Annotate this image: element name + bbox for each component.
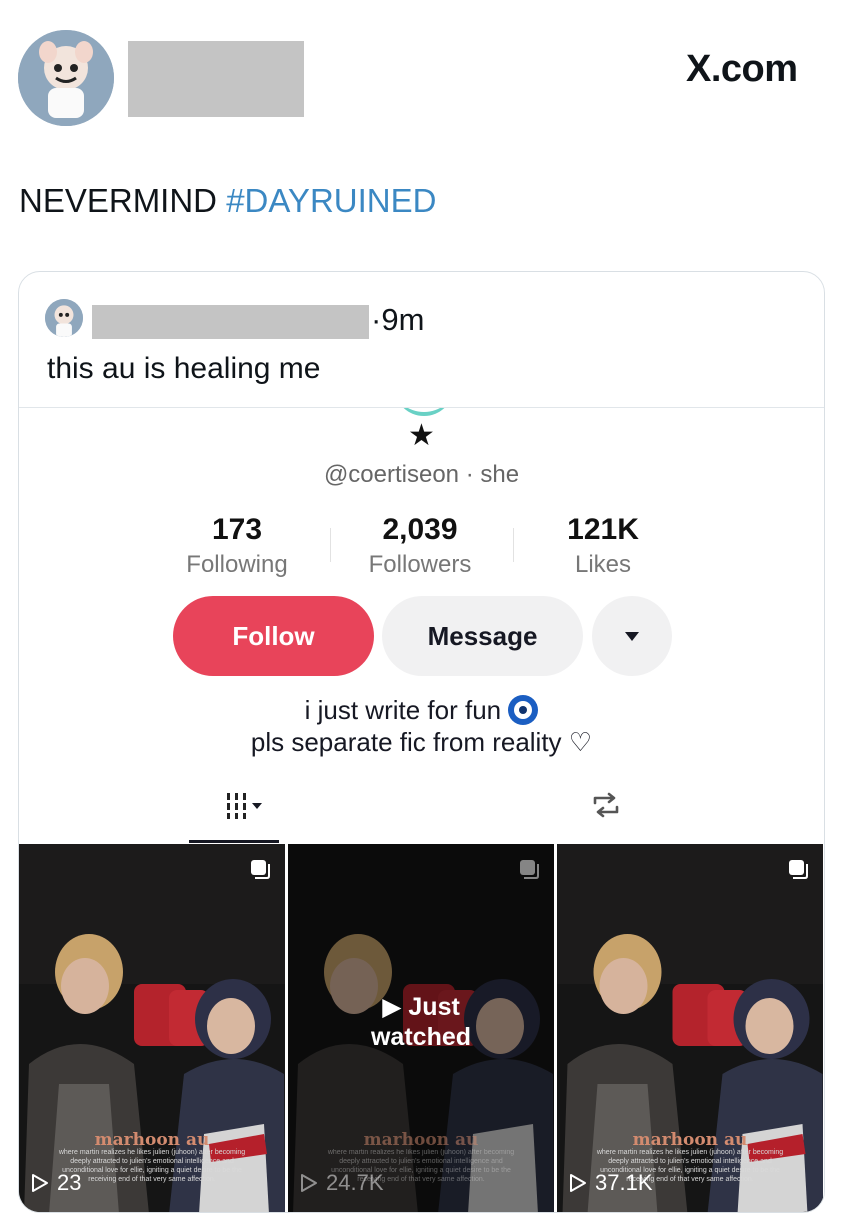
star-icon: ★ [408,419,435,452]
view-count: 23 [31,1170,81,1196]
redacted-username [128,41,304,117]
tweet-body: NEVERMIND [19,182,227,219]
repost-icon [593,792,619,818]
multi-item-icon [518,858,540,880]
quoted-author-avatar[interactable] [45,299,83,337]
site-brand[interactable]: X.com [686,48,798,91]
message-button[interactable]: Message [382,596,583,676]
stat-value: 121K [567,513,639,546]
view-count-value: 37.1K [595,1170,653,1195]
tab-videos[interactable] [209,786,279,826]
stat-label: Followers [368,551,472,578]
nazar-amulet-icon [508,695,539,725]
view-count-value: 24.7K [326,1170,384,1195]
stat-label: Following [186,551,288,578]
avatar-ring-edge [394,408,454,416]
quoted-tweet-card[interactable]: ·9m this au is healing me ★ @coertiseon … [18,271,825,1213]
video-thumbnail[interactable]: marhoon au where martin realizes he like… [19,844,285,1212]
stat-likes[interactable]: 121K Likes [513,513,693,579]
play-icon [570,1174,586,1192]
video-title: marhoon au [363,1130,479,1150]
bio-line-2: pls separate fic from reality ♡ [250,727,593,757]
bio-text: i just write for fun [304,695,509,725]
view-count: 37.1K [569,1170,653,1196]
more-options-button[interactable] [592,596,672,676]
tab-reposts[interactable] [589,791,623,826]
active-tab-indicator [189,840,279,843]
stat-followers[interactable]: 2,039 Followers [330,513,510,579]
play-icon [301,1174,317,1192]
stat-label: Likes [574,551,632,578]
multi-item-icon [787,858,809,880]
video-thumbnail[interactable]: marhoon au where martin realizes he like… [557,844,823,1212]
caret-down-icon [625,631,639,641]
tweet-text: NEVERMIND #DAYRUINED [19,182,436,220]
embedded-profile-screenshot: ★ @coertiseon · she 173 Following 2,039 … [19,408,824,1212]
bio-line-1: i just write for fun [19,694,824,726]
redacted-quoted-username [92,305,369,339]
view-count: 24.7K [300,1170,384,1196]
stat-following[interactable]: 173 Following [147,513,327,579]
video-title: marhoon au [94,1130,210,1150]
follow-button[interactable]: Follow [173,596,374,676]
caret-down-icon [251,803,262,809]
multi-item-icon [249,858,271,880]
just-watched-line1: Just [408,993,460,1021]
view-count-value: 23 [57,1170,82,1195]
video-caption: where martin realizes he likes julien (j… [58,1149,246,1183]
profile-handle: @coertiseon · she [323,461,520,488]
stat-value: 173 [211,513,263,546]
stat-value: 2,039 [382,513,458,546]
just-watched-line2: watched [370,1023,472,1051]
grid-icon [226,793,246,819]
just-watched-label: ▶ Just watched [288,992,554,1052]
hashtag-link[interactable]: #DAYRUINED [226,182,436,219]
video-thumbnail[interactable]: ▶ Just watched marhoon au where martin r… [288,844,554,1212]
quote-text: this au is healing me [47,352,321,385]
play-icon [32,1174,48,1192]
video-title: marhoon au [632,1130,748,1150]
play-icon: ▶ [382,993,402,1021]
quote-timestamp[interactable]: ·9m [371,302,424,338]
author-avatar[interactable] [18,30,114,126]
